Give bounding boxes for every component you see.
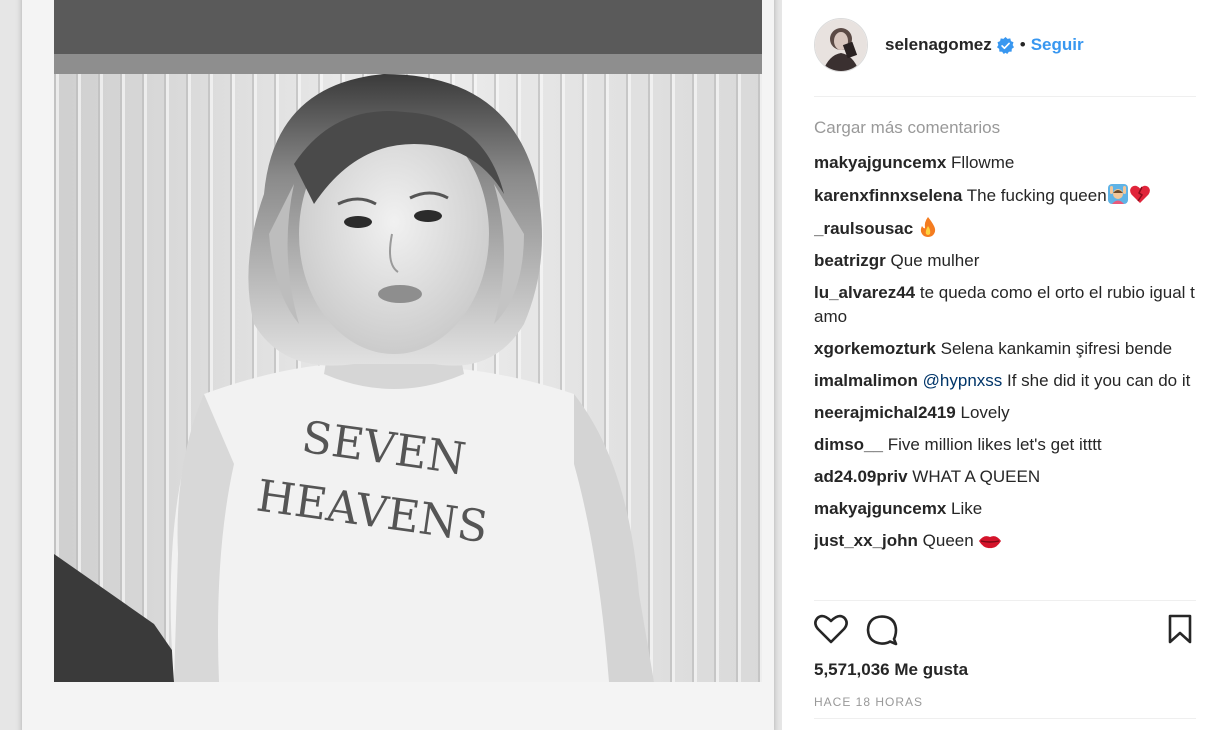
comment-item: neerajmichal2419 Lovely	[814, 401, 1196, 425]
comment-username[interactable]: xgorkemozturk	[814, 339, 936, 358]
comment-text: Like	[951, 499, 983, 518]
comment-item: ad24.09priv WHAT A QUEEN	[814, 465, 1196, 489]
post-photo[interactable]: SEVEN HEAVENS	[54, 0, 762, 682]
comment-username[interactable]: makyajguncemx	[814, 153, 946, 172]
comment-username[interactable]: beatrizgr	[814, 251, 886, 270]
portrait-photo: SEVEN HEAVENS	[54, 0, 762, 682]
comment-item: dimso__ Five million likes let's get itt…	[814, 433, 1196, 457]
comment-text: Five million likes let's get itttt	[887, 435, 1102, 454]
comments-list[interactable]: Cargar más comentarios makyajguncemx Fll…	[814, 116, 1196, 600]
comment-item: makyajguncemx Like	[814, 497, 1196, 521]
comment-username[interactable]: imalmalimon	[814, 371, 918, 390]
comment-bubble-icon[interactable]	[866, 614, 898, 646]
comment-username[interactable]: karenxfinnxselena	[814, 186, 962, 205]
fire-icon	[920, 217, 936, 237]
bookmark-icon[interactable]	[1168, 614, 1192, 644]
heart-icon	[1129, 185, 1150, 203]
actions-divider	[814, 600, 1196, 601]
polaroid-frame: SEVEN HEAVENS	[22, 0, 774, 730]
comment-item: makyajguncemx Fllowme	[814, 151, 1196, 175]
verified-badge-icon	[996, 36, 1014, 54]
comment-text: Selena kankamin şifresi bende	[940, 339, 1173, 358]
comment-item: _raulsousac	[814, 216, 1196, 241]
comment-text: Fllowme	[951, 153, 1015, 172]
raising-hands-person-icon	[1107, 184, 1128, 204]
comment-item: lu_alvarez44 te queda como el orto el ru…	[814, 281, 1196, 329]
footer-divider	[814, 718, 1196, 719]
post-header: selenagomez • Seguir	[814, 16, 1198, 74]
comment-username[interactable]: dimso__	[814, 435, 883, 454]
post-photo-pane[interactable]: SEVEN HEAVENS	[0, 0, 782, 730]
comment-username[interactable]: _raulsousac	[814, 219, 913, 238]
comment-username[interactable]: just_xx_john	[814, 531, 918, 550]
comment-item: xgorkemozturk Selena kankamin şifresi be…	[814, 337, 1196, 361]
comment-text: The fucking queen	[966, 186, 1107, 205]
post-timestamp[interactable]: HACE 18 HORAS	[814, 695, 923, 709]
post-sidebar: selenagomez • Seguir Cargar más comentar…	[782, 0, 1214, 730]
comment-text: WHAT A QUEEN	[912, 467, 1041, 486]
comment-item: beatrizgr Que mulher	[814, 249, 1196, 273]
comment-item: imalmalimon @hypnxss If she did it you c…	[814, 369, 1196, 393]
comment-text: If she did it you can do it	[1007, 371, 1191, 390]
header-divider	[814, 96, 1196, 97]
comment-username[interactable]: lu_alvarez44	[814, 283, 915, 302]
comment-item: karenxfinnxselena The fucking queen	[814, 183, 1196, 208]
likes-count[interactable]: 5,571,036 Me gusta	[814, 660, 968, 680]
comment-text: Que mulher	[890, 251, 980, 270]
comment-username[interactable]: makyajguncemx	[814, 499, 946, 518]
comment-username[interactable]: neerajmichal2419	[814, 403, 956, 422]
comment-text: Queen	[922, 531, 974, 550]
comment-text: Lovely	[960, 403, 1010, 422]
avatar-image	[815, 19, 867, 71]
comment-item: just_xx_john Queen	[814, 529, 1196, 553]
load-more-comments-link[interactable]: Cargar más comentarios	[814, 116, 1000, 140]
user-avatar[interactable]	[814, 18, 868, 72]
comment-mention-link[interactable]: @hypnxss	[923, 371, 1003, 390]
post-actions-bar	[814, 612, 1196, 650]
lips-icon	[979, 536, 1002, 549]
follow-button[interactable]: Seguir	[1031, 35, 1084, 55]
comment-username[interactable]: ad24.09priv	[814, 467, 908, 486]
post-username[interactable]: selenagomez	[885, 35, 992, 55]
header-separator: •	[1019, 35, 1026, 54]
heart-outline-icon[interactable]	[814, 614, 848, 644]
